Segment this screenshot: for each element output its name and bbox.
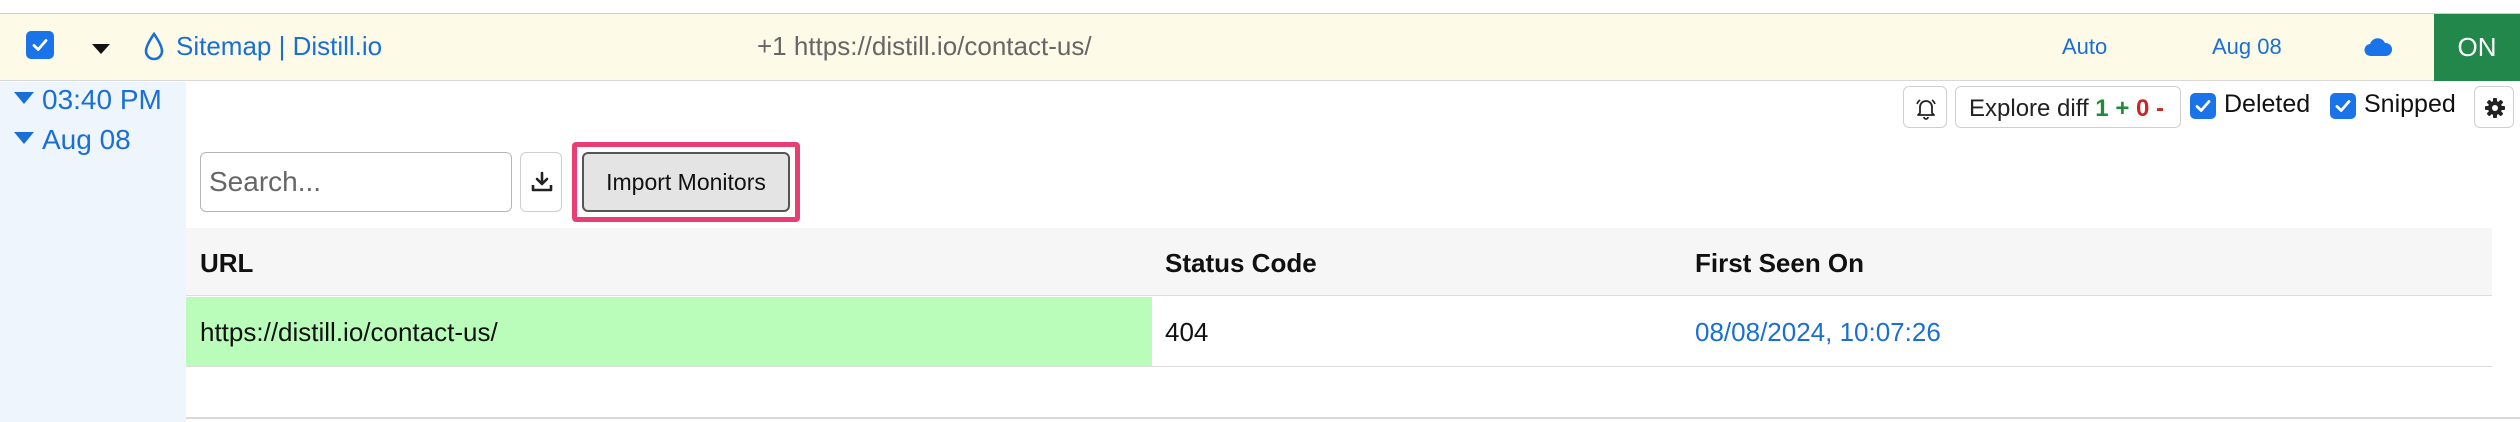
timeline-entry-time[interactable]: 03:40 PM: [14, 84, 162, 116]
change-details-panel: Explore diff 1 + 0 - Deleted Snipped Imp…: [186, 82, 2520, 422]
monitor-schedule[interactable]: Auto: [2062, 34, 2107, 60]
download-button[interactable]: [520, 152, 562, 212]
column-header-status-code: Status Code: [1165, 248, 1317, 278]
column-header-first-seen: First Seen On: [1695, 248, 1865, 278]
settings-button[interactable]: [2474, 86, 2514, 128]
caret-down-icon: [14, 92, 34, 104]
monitor-name-link[interactable]: Sitemap | Distill.io: [176, 31, 382, 62]
added-count: 1: [2095, 95, 2109, 122]
top-divider: [0, 0, 2520, 14]
bell-icon: [1916, 99, 1936, 120]
download-icon: [531, 171, 553, 192]
row-checkbox[interactable]: [26, 31, 54, 59]
search-input[interactable]: [200, 152, 512, 212]
table-header: URL Status Code First Seen On: [186, 228, 2492, 296]
snipped-checkbox-label[interactable]: Snipped: [2364, 90, 2456, 119]
monitor-last-change-date[interactable]: Aug 08: [2212, 34, 2282, 60]
cell-status-code: 404: [1165, 317, 1209, 347]
plus-sign: +: [2115, 95, 2130, 122]
gear-icon: [2485, 98, 2505, 118]
notification-bell-button[interactable]: [1903, 86, 1947, 128]
explore-diff-button[interactable]: Explore diff 1 + 0 -: [1955, 86, 2181, 128]
deleted-checkbox-label[interactable]: Deleted: [2224, 90, 2310, 119]
deleted-checkbox[interactable]: [2190, 93, 2216, 119]
monitor-row[interactable]: Sitemap | Distill.io +1 https://distill.…: [0, 14, 2520, 81]
on-toggle-button[interactable]: ON: [2434, 14, 2520, 81]
column-header-url: URL: [200, 248, 254, 278]
cloud-icon[interactable]: [2363, 37, 2393, 62]
cell-url[interactable]: https://distill.io/contact-us/: [200, 317, 498, 348]
timeline-entry-date[interactable]: Aug 08: [14, 124, 131, 156]
cell-first-seen[interactable]: 08/08/2024, 10:07:26: [1695, 317, 1941, 348]
expand-caret-icon[interactable]: [92, 44, 110, 54]
timeline-panel: 03:40 PM Aug 08: [0, 82, 186, 422]
monitor-url-summary[interactable]: +1 https://distill.io/contact-us/: [757, 31, 1092, 62]
removed-count: 0: [2136, 95, 2150, 122]
table-row: https://distill.io/contact-us/ 404 08/08…: [186, 297, 2492, 367]
minus-sign: -: [2156, 95, 2165, 122]
water-drop-icon: [143, 31, 165, 67]
snipped-checkbox[interactable]: [2330, 93, 2356, 119]
caret-down-icon: [14, 132, 34, 144]
import-monitors-button[interactable]: Import Monitors: [582, 152, 790, 212]
section-divider: [186, 417, 2520, 419]
